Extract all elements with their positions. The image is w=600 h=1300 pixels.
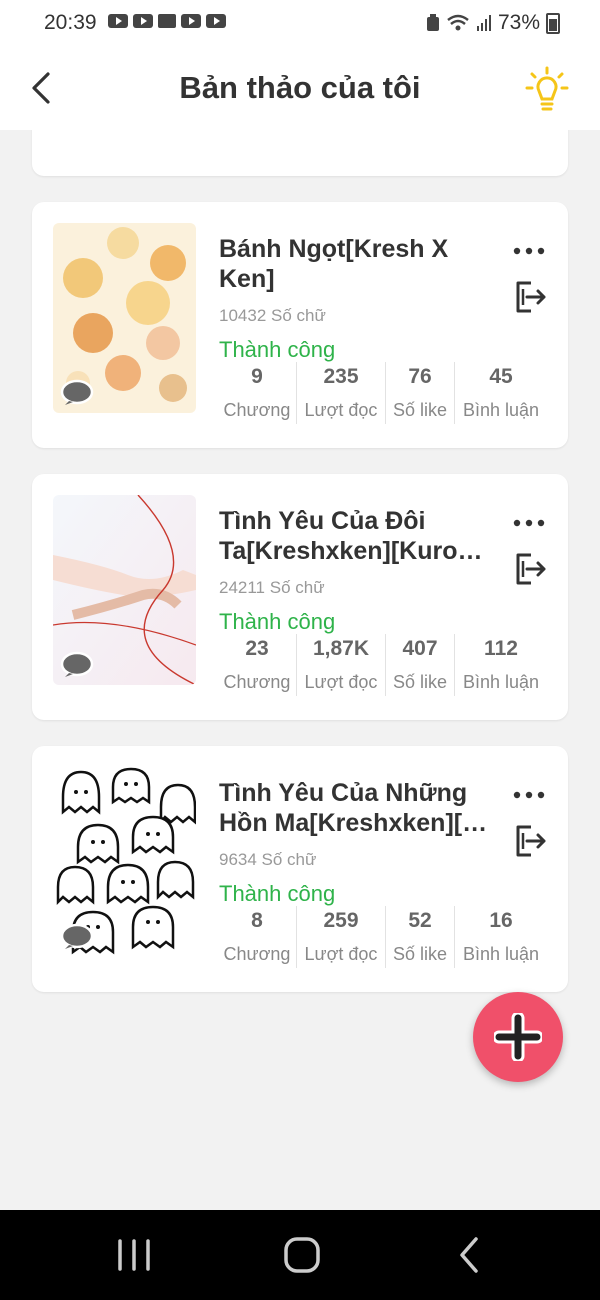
- youtube-notification-icon: [108, 14, 128, 28]
- recent-apps-icon: [118, 1239, 150, 1271]
- home-icon: [284, 1237, 320, 1273]
- signal-icon: [476, 15, 491, 31]
- youtube-notification-icon: [181, 14, 201, 28]
- more-options-button[interactable]: [512, 788, 546, 800]
- story-stats: 9 Chương 235 Lượt đọc 76 Số like 45 Bình luậ…: [218, 362, 547, 424]
- story-title[interactable]: Tình Yêu Của Những Hồn Ma[Kreshxken][…: [219, 778, 489, 838]
- more-options-button[interactable]: [512, 244, 546, 256]
- publish-button[interactable]: [513, 824, 547, 858]
- comment-bubble-icon: [60, 651, 94, 677]
- stat-comments: 112 Bình luận: [454, 634, 547, 696]
- story-cover[interactable]: [53, 223, 196, 413]
- story-cover[interactable]: [53, 495, 196, 685]
- status-bar: 20:39 73%: [0, 0, 600, 48]
- story-card[interactable]: Tình Yêu Của Những Hồn Ma[Kreshxken][… 9…: [32, 746, 568, 992]
- stat-chapters: 23 Chương: [223, 637, 291, 692]
- stat-chapters: 8 Chương: [223, 909, 291, 964]
- system-status: 73%: [426, 11, 560, 35]
- status-time: 20:39: [44, 11, 97, 34]
- stat-reads: 1,87K Lượt đọc: [296, 634, 385, 696]
- story-card[interactable]: Tình Yêu Của Đôi Ta[Kreshxken][Kuro… 242…: [32, 474, 568, 720]
- comment-bubble-icon: [60, 923, 94, 949]
- story-cover[interactable]: [53, 767, 196, 957]
- publish-button[interactable]: [513, 280, 547, 314]
- story-title[interactable]: Tình Yêu Của Đôi Ta[Kreshxken][Kuro…: [219, 506, 489, 566]
- export-icon: [516, 825, 546, 857]
- youtube-notification-icon: [133, 14, 153, 28]
- gallery-notification-icon: [158, 14, 176, 28]
- more-dots-icon: [513, 791, 545, 799]
- add-story-button[interactable]: [473, 992, 563, 1082]
- story-stats: 23 Chương 1,87K Lượt đọc 407 Số like 112 Bìn…: [218, 634, 547, 696]
- stat-likes: 76 Số like: [385, 362, 454, 424]
- publish-status: Thành công: [219, 337, 336, 362]
- story-stats: 8 Chương 259 Lượt đọc 52 Số like 16 Bình luậ…: [218, 906, 547, 968]
- publish-status: Thành công: [219, 609, 336, 634]
- lightbulb-icon: [525, 66, 569, 111]
- stat-likes: 407 Số like: [385, 634, 454, 696]
- more-options-button[interactable]: [512, 516, 546, 528]
- stat-likes: 52 Số like: [385, 906, 454, 968]
- story-card[interactable]: Chương Lượt đọc Số like Bình luận: [32, 130, 568, 176]
- plus-icon: [494, 1013, 542, 1061]
- back-icon: [460, 1237, 478, 1273]
- publish-button[interactable]: [513, 552, 547, 586]
- comment-bubble-icon: [60, 379, 94, 405]
- more-dots-icon: [513, 247, 545, 255]
- stat-comments: 45 Bình luận: [454, 362, 547, 424]
- app-header: Bản thảo của tôi: [0, 48, 600, 130]
- page-title: Bản thảo của tôi: [179, 70, 421, 105]
- stat-chapters: 9 Chương: [223, 365, 291, 420]
- export-icon: [516, 281, 546, 313]
- story-card[interactable]: Bánh Ngọt[Kresh X Ken] 10432 Số chữ Thàn…: [32, 202, 568, 448]
- export-icon: [516, 553, 546, 585]
- home-button[interactable]: [280, 1235, 324, 1275]
- tips-button[interactable]: [524, 66, 570, 114]
- notification-icons: [108, 14, 226, 28]
- stat-comments: 16 Bình luận: [454, 906, 547, 968]
- word-count: 10432 Số chữ: [219, 306, 326, 325]
- more-dots-icon: [513, 519, 545, 527]
- battery-percent: 73%: [497, 11, 540, 34]
- battery-icon: [546, 12, 560, 34]
- word-count: 9634 Số chữ: [219, 850, 317, 869]
- recent-apps-button[interactable]: [112, 1235, 156, 1275]
- recycle-icon: [426, 14, 439, 31]
- youtube-notification-icon: [206, 14, 226, 28]
- stat-reads: 259 Lượt đọc: [296, 906, 385, 968]
- stat-reads: 235 Lượt đọc: [296, 362, 385, 424]
- word-count: 24211 Số chữ: [219, 578, 325, 597]
- system-nav-bar: [0, 1210, 600, 1300]
- system-back-button[interactable]: [448, 1235, 492, 1275]
- wifi-icon: [447, 14, 469, 31]
- story-title[interactable]: Bánh Ngọt[Kresh X Ken]: [219, 234, 489, 294]
- publish-status: Thành công: [219, 881, 336, 906]
